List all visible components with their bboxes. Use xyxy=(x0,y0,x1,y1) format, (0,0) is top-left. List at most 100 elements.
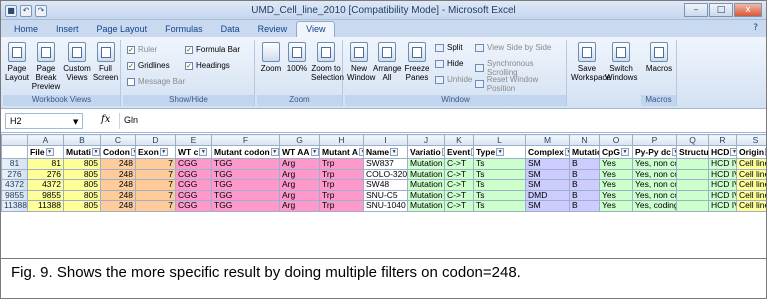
header-cell[interactable]: Mutant codon ▼ xyxy=(211,145,280,159)
freeze-panes-button[interactable]: Freeze Panes xyxy=(402,42,432,82)
table-cell[interactable]: Mutation xyxy=(407,168,445,180)
column-header[interactable]: C xyxy=(100,134,136,146)
filter-dropdown-icon[interactable]: ▼ xyxy=(45,148,54,157)
table-cell[interactable]: TGG xyxy=(211,179,280,191)
header-cell[interactable]: Mutati ▼ xyxy=(63,145,101,159)
column-header[interactable]: F xyxy=(211,134,280,146)
column-header[interactable]: H xyxy=(319,134,364,146)
column-header[interactable]: E xyxy=(175,134,212,146)
table-cell[interactable]: Cell line xyxy=(736,158,766,170)
page-break-preview-button[interactable]: Page Break Preview xyxy=(31,42,61,91)
header-cell[interactable]: File ▼ xyxy=(27,145,64,159)
tab-data[interactable]: Data xyxy=(212,22,249,37)
table-cell[interactable] xyxy=(676,158,709,170)
column-header[interactable]: A xyxy=(27,134,64,146)
table-cell[interactable]: C->T xyxy=(444,189,474,201)
page-layout-button[interactable]: Page Layout xyxy=(4,42,30,82)
table-cell[interactable]: 4372 xyxy=(27,179,64,191)
header-cell[interactable]: Origin▼ xyxy=(736,145,766,159)
table-cell[interactable]: Yes, coding strand xyxy=(632,200,677,212)
tab-formulas[interactable]: Formulas xyxy=(156,22,212,37)
table-cell[interactable]: 7 xyxy=(135,179,176,191)
header-cell[interactable]: WT c ▼ xyxy=(175,145,212,159)
table-cell[interactable]: Mutation xyxy=(407,179,445,191)
header-cell[interactable]: WT AA ▼ xyxy=(279,145,320,159)
table-cell[interactable]: C->T xyxy=(444,158,474,170)
filter-dropdown-icon[interactable]: ▼ xyxy=(92,148,100,157)
table-cell[interactable]: HCD IV xyxy=(708,179,737,191)
table-cell[interactable]: HCD IV xyxy=(708,158,737,170)
headings-checkbox[interactable]: ✓ Headings xyxy=(185,61,230,70)
column-header[interactable]: G xyxy=(279,134,320,146)
close-button[interactable]: x xyxy=(734,3,762,17)
table-cell[interactable]: Arg xyxy=(279,200,320,212)
table-cell[interactable] xyxy=(676,200,709,212)
filter-dropdown-icon[interactable]: ▼ xyxy=(359,148,363,157)
header-cell[interactable]: Mutation▼ xyxy=(569,145,600,159)
table-cell[interactable]: 805 xyxy=(63,158,101,170)
table-cell[interactable]: Arg xyxy=(279,189,320,201)
column-header[interactable]: M xyxy=(525,134,570,146)
filter-dropdown-icon[interactable]: ▼ xyxy=(620,148,629,157)
header-cell[interactable]: Name ▼ xyxy=(363,145,408,159)
table-cell[interactable]: CGG xyxy=(175,168,212,180)
table-cell[interactable]: Ts xyxy=(473,158,526,170)
column-header[interactable]: N xyxy=(569,134,600,146)
row-number[interactable] xyxy=(1,145,28,159)
table-cell[interactable]: 7 xyxy=(135,189,176,201)
header-cell[interactable]: Variatio▼ xyxy=(407,145,445,159)
table-cell[interactable]: TGG xyxy=(211,189,280,201)
header-cell[interactable]: Type ▼ xyxy=(473,145,526,159)
header-cell[interactable]: Mutant A▼ xyxy=(319,145,364,159)
unhide-button[interactable]: Unhide xyxy=(435,75,472,84)
table-cell[interactable]: 248 xyxy=(100,189,136,201)
table-cell[interactable]: 9855 xyxy=(27,189,64,201)
table-cell[interactable]: B xyxy=(569,189,600,201)
filter-dropdown-icon[interactable]: ▼ xyxy=(671,148,676,157)
filter-dropdown-icon[interactable]: ▼ xyxy=(564,148,569,157)
table-cell[interactable]: 805 xyxy=(63,200,101,212)
table-cell[interactable]: HCD IV xyxy=(708,168,737,180)
header-cell[interactable]: HCD ▼ xyxy=(708,145,737,159)
table-cell[interactable] xyxy=(676,189,709,201)
table-cell[interactable]: Arg xyxy=(279,179,320,191)
name-box[interactable]: H2 xyxy=(5,113,83,129)
arrange-all-button[interactable]: Arrange All xyxy=(373,42,401,82)
table-cell[interactable]: Trp xyxy=(319,189,364,201)
filter-dropdown-icon[interactable]: ▼ xyxy=(765,148,766,157)
table-cell[interactable] xyxy=(676,179,709,191)
header-cell[interactable]: Complex▼ xyxy=(525,145,570,159)
table-cell[interactable]: B xyxy=(569,200,600,212)
table-cell[interactable]: Ts xyxy=(473,179,526,191)
table-cell[interactable]: Mutation xyxy=(407,189,445,201)
table-cell[interactable]: B xyxy=(569,168,600,180)
row-number[interactable]: 9855 xyxy=(1,189,28,201)
select-all-corner[interactable] xyxy=(1,134,28,146)
tab-insert[interactable]: Insert xyxy=(47,22,88,37)
zoom-100-button[interactable]: 100% xyxy=(285,42,309,73)
column-header[interactable]: R xyxy=(708,134,737,146)
hide-button[interactable]: Hide xyxy=(435,59,463,68)
column-header[interactable]: P xyxy=(632,134,677,146)
filter-dropdown-icon[interactable]: ▼ xyxy=(496,148,505,157)
table-cell[interactable]: Yes xyxy=(599,168,633,180)
chevron-down-icon[interactable]: ▼ xyxy=(73,118,78,126)
column-header[interactable]: K xyxy=(444,134,474,146)
table-cell[interactable]: 248 xyxy=(100,179,136,191)
table-cell[interactable]: TGG xyxy=(211,168,280,180)
table-cell[interactable]: CGG xyxy=(175,200,212,212)
table-cell[interactable]: Trp xyxy=(319,168,364,180)
table-cell[interactable]: CGG xyxy=(175,179,212,191)
formula-bar-checkbox[interactable]: ✓ Formula Bar xyxy=(185,45,240,54)
table-cell[interactable]: Trp xyxy=(319,200,364,212)
table-cell[interactable]: Yes, non coding strand xyxy=(632,189,677,201)
header-cell[interactable]: Exon ▼ xyxy=(135,145,176,159)
filter-dropdown-icon[interactable]: ▼ xyxy=(730,148,736,157)
table-cell[interactable]: SM xyxy=(525,200,570,212)
table-cell[interactable]: Trp xyxy=(319,179,364,191)
tab-page-layout[interactable]: Page Layout xyxy=(88,22,157,37)
table-cell[interactable]: Mutation xyxy=(407,158,445,170)
header-cell[interactable]: Codon▼ xyxy=(100,145,136,159)
table-cell[interactable]: 7 xyxy=(135,200,176,212)
table-cell[interactable]: Yes, non coding strand xyxy=(632,158,677,170)
